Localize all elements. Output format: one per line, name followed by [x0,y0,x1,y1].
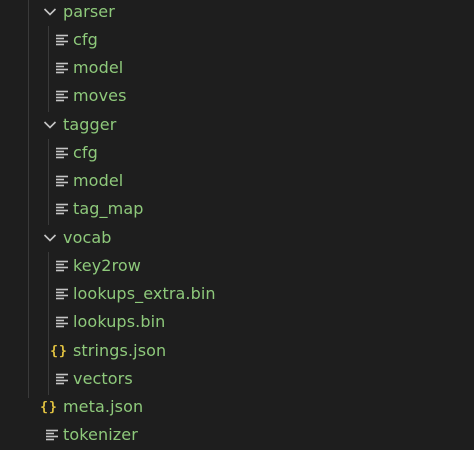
file-model[interactable]: model [0,54,474,82]
folder-vocab[interactable]: vocab [0,224,474,252]
lines-icon [41,421,63,449]
lines-icon [51,167,73,195]
file-label: vectors [73,369,133,388]
file-label: cfg [73,143,98,162]
file-label: tokenizer [63,425,138,444]
file-label: cfg [73,30,98,49]
folder-label: vocab [63,228,112,247]
file-strings-json[interactable]: {} strings.json [0,337,474,365]
file-tag-map[interactable]: tag_map [0,195,474,223]
lines-icon [51,82,73,110]
lines-icon [51,26,73,54]
folder-parser[interactable]: parser [0,0,474,26]
lines-icon [51,280,73,308]
chevron-down-icon[interactable] [39,111,61,139]
lines-icon [51,252,73,280]
file-label: lookups.bin [73,312,166,331]
folder-label: tagger [63,115,117,134]
folder-tagger[interactable]: tagger [0,111,474,139]
file-label: model [73,171,124,190]
chevron-down-icon[interactable] [39,0,61,26]
lines-icon [51,195,73,223]
json-braces-icon: {} [50,343,68,359]
file-label: strings.json [73,341,167,360]
file-explorer-tree: parser cfg model moves tagger cfg model … [0,0,474,450]
file-cfg[interactable]: cfg [0,26,474,54]
lines-icon [51,308,73,336]
file-meta-json[interactable]: {} meta.json [0,393,474,421]
file-lookups-bin[interactable]: lookups.bin [0,308,474,336]
file-moves[interactable]: moves [0,82,474,110]
chevron-down-icon[interactable] [39,224,61,252]
folder-label: parser [63,2,115,21]
file-label: key2row [73,256,141,275]
file-label: tag_map [73,199,144,218]
file-label: moves [73,86,127,105]
json-braces-icon: {} [40,399,58,415]
file-label: meta.json [63,397,144,416]
lines-icon [51,365,73,393]
file-label: lookups_extra.bin [73,284,216,303]
file-vectors[interactable]: vectors [0,365,474,393]
file-label: model [73,58,124,77]
file-tokenizer[interactable]: tokenizer [0,421,474,449]
file-lookups-extra-bin[interactable]: lookups_extra.bin [0,280,474,308]
file-key2row[interactable]: key2row [0,252,474,280]
lines-icon [51,54,73,82]
file-model[interactable]: model [0,167,474,195]
lines-icon [51,139,73,167]
file-cfg[interactable]: cfg [0,139,474,167]
